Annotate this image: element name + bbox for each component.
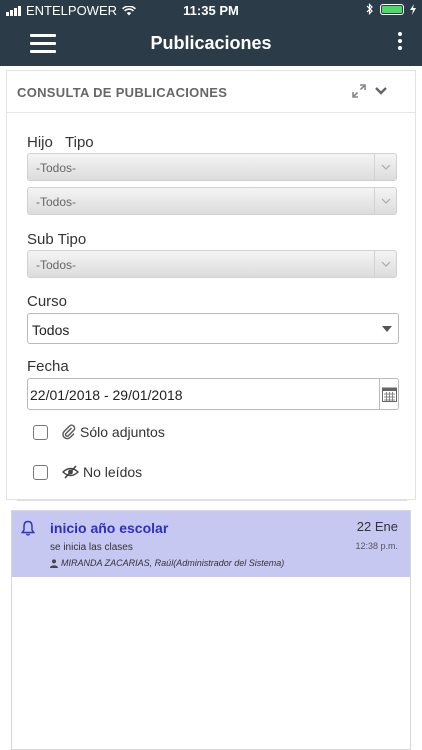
sub-tipo-label: Sub Tipo [27,231,87,248]
tipo-select[interactable]: -Todos- [27,187,397,215]
sub-tipo-select-value: -Todos- [36,258,77,272]
status-right [366,3,416,15]
status-bar: ENTELPOWER 11:35 PM [0,0,422,22]
chevron-down-icon[interactable] [374,85,388,97]
date-range-input[interactable]: 22/01/2018 - 29/01/2018 [27,378,380,410]
tipo-select-value: -Todos- [36,195,77,209]
solo-adjuntos-option[interactable]: Sólo adjuntos [62,424,165,440]
hijo-select-value: -Todos- [36,161,77,175]
solo-adjuntos-checkbox[interactable] [33,425,48,440]
no-leidos-label: No leídos [83,464,143,480]
chevron-down-icon [381,198,391,204]
status-time: 11:35 PM [183,3,239,18]
expand-icon[interactable] [352,84,366,98]
curso-select[interactable]: Todos [27,313,399,344]
page-title: Publicaciones [150,33,272,53]
sub-tipo-select[interactable]: -Todos- [27,250,397,278]
publication-time: 12:38 p.m. [355,541,398,551]
publication-list: inicio año escolar 22 Ene se inicia las … [11,510,411,750]
battery-icon [380,3,404,15]
author-name: MIRANDA ZACARIAS, Raúl(Administrador del… [61,558,285,568]
filter-panel: CONSULTA DE PUBLICACIONES Hijo Tipo -Tod… [6,70,416,501]
caret-down-icon [382,326,392,332]
bluetooth-icon [366,3,373,15]
paperclip-icon [62,424,76,440]
bell-icon [21,520,35,536]
charging-icon [410,3,416,15]
publication-author: MIRANDA ZACARIAS, Raúl(Administrador del… [50,558,284,568]
more-options-icon[interactable] [396,32,404,56]
fecha-label: Fecha [27,358,69,375]
publication-date: 22 Ene [356,519,398,534]
calendar-icon [382,387,397,402]
publication-title: inicio año escolar [50,520,169,536]
divider [17,500,407,501]
app-bar: Publicaciones [0,22,422,66]
calendar-button[interactable] [379,378,399,410]
list-item[interactable]: inicio año escolar 22 Ene se inicia las … [12,511,410,577]
panel-header: CONSULTA DE PUBLICACIONES [7,71,415,113]
curso-label: Curso [27,293,68,310]
user-icon [50,558,58,568]
eye-slash-icon [62,465,79,479]
panel-title: CONSULTA DE PUBLICACIONES [17,85,228,100]
solo-adjuntos-label: Sólo adjuntos [80,424,165,440]
chevron-down-icon [381,261,391,267]
curso-select-value: Todos [32,322,70,338]
tipo-label: Tipo [65,134,94,151]
no-leidos-checkbox[interactable] [33,465,48,480]
publication-summary: se inicia las clases [50,542,133,553]
menu-icon[interactable] [30,34,56,54]
hijo-select[interactable]: -Todos- [27,153,397,181]
hijo-label: Hijo [27,134,53,151]
chevron-down-icon [381,164,391,170]
no-leidos-option[interactable]: No leídos [62,464,142,480]
